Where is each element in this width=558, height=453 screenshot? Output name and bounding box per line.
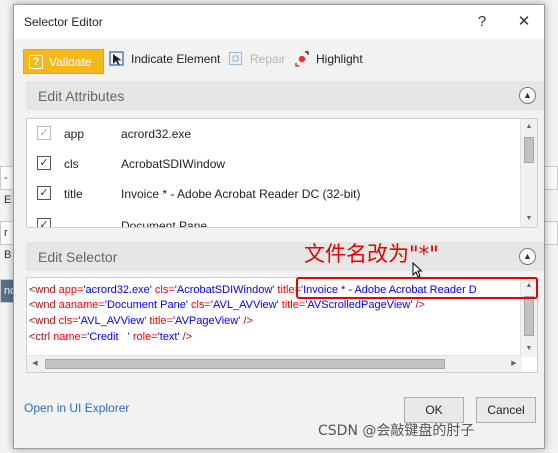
selector-line-2: <wnd aaname='Document Pane' cls='AVL_AVV… [29, 299, 425, 311]
scroll-right-icon[interactable]: ▶ [506, 356, 522, 372]
background-row: - E [0, 166, 14, 206]
repair-icon [228, 51, 243, 66]
scroll-up-icon[interactable]: ▲ [521, 119, 537, 135]
attribute-row-aaname: ✓ Document Pane [27, 211, 517, 228]
checkbox-title[interactable]: ✓ [37, 186, 51, 200]
selector-value: 'AVL_AVView' [210, 299, 279, 311]
selector-tag-end: /> [179, 331, 193, 343]
repair-button[interactable]: Repair [228, 51, 285, 67]
attribute-row-title: ✓ title Invoice * - Adobe Acrobat Reader… [27, 179, 517, 209]
checkbox-aaname[interactable]: ✓ [37, 218, 51, 227]
edit-attributes-header: Edit Attributes ▲ [26, 81, 544, 110]
highlight-button[interactable]: Highlight [294, 51, 363, 67]
attribute-name: app [64, 127, 85, 141]
validate-button[interactable]: ? Validate [23, 49, 104, 74]
selector-value: 'acrord32.exe' [83, 284, 152, 296]
selector-attribute: aaname= [58, 299, 105, 311]
title-bar: Selector Editor ? ✕ [14, 5, 544, 39]
scrollbar-thumb[interactable] [524, 296, 534, 336]
background-row: nd [0, 279, 16, 303]
selector-tag-end: /> [240, 315, 253, 327]
selector-value: 'text' [157, 331, 180, 343]
selector-attribute: title= [278, 299, 306, 311]
attribute-row-app: ✓ app acrord32.exe [27, 119, 517, 149]
checkbox-app[interactable]: ✓ [37, 126, 51, 140]
cancel-button[interactable]: Cancel [476, 397, 536, 423]
selector-tag: <ctrl [29, 331, 54, 343]
selector-attribute: role= [129, 331, 158, 343]
selector-horizontal-scrollbar[interactable]: ◀ ▶ [27, 355, 522, 372]
checkbox-cls[interactable]: ✓ [37, 156, 51, 170]
background-row: r B [0, 221, 14, 261]
selector-editor-dialog: Selector Editor ? ✕ ? Validate Indicate … [13, 4, 545, 449]
open-in-ui-explorer-link[interactable]: Open in UI Explorer [24, 401, 129, 415]
edit-selector-header: Edit Selector ▲ [26, 242, 544, 271]
selector-value: 'AVPageView' [172, 315, 241, 327]
selector-attribute: name= [53, 331, 88, 343]
scroll-down-icon[interactable]: ▼ [521, 341, 537, 357]
selector-tag: <wnd [29, 284, 59, 296]
dialog-title: Selector Editor [24, 15, 103, 29]
selector-line-4: <ctrl name='Credit ' role='text' /> [29, 331, 192, 343]
selector-tag: <wnd [29, 315, 59, 327]
selector-attribute: cls= [187, 299, 211, 311]
selector-value: 'AcrobatSDIWindow' [174, 284, 275, 296]
watermark-text: CSDN @会敲键盘的肘子 [318, 423, 475, 439]
scroll-left-icon[interactable]: ◀ [27, 356, 43, 372]
collapse-up-icon[interactable]: ▲ [519, 248, 536, 265]
selector-attribute: app= [58, 284, 84, 296]
scrollbar-thumb[interactable] [524, 137, 534, 163]
selector-value: 'AVL_AVView' [78, 315, 147, 327]
attributes-list: ✓ app acrord32.exe ✓ cls AcrobatSDIWindo… [26, 118, 538, 228]
highlight-icon [295, 51, 309, 67]
help-button[interactable]: ? [470, 11, 494, 33]
question-icon: ? [29, 54, 43, 69]
toolbar: ? Validate Indicate Element Repair Highl… [14, 39, 544, 79]
attribute-value: Document Pane [121, 219, 208, 228]
attribute-row-cls: ✓ cls AcrobatSDIWindow [27, 149, 517, 179]
selector-value: 'Document Pane' [104, 299, 188, 311]
selector-tag: <wnd [29, 299, 59, 311]
edit-selector-title: Edit Selector [38, 249, 118, 265]
selector-attribute: cls= [58, 315, 79, 327]
highlight-label: Highlight [316, 52, 363, 66]
selector-line-3: <wnd cls='AVL_AVView' title='AVPageView'… [29, 315, 253, 327]
mouse-pointer-icon [412, 262, 422, 278]
indicate-cursor-icon [109, 51, 124, 66]
selector-value: 'AVScrolledPageView' [305, 299, 413, 311]
attribute-name: title [64, 187, 83, 201]
scroll-down-icon[interactable]: ▼ [521, 211, 537, 227]
highlight-annotation-box [296, 277, 538, 299]
close-button[interactable]: ✕ [512, 11, 536, 33]
selector-tag-end: /> [412, 299, 425, 311]
attribute-name: cls [64, 157, 79, 171]
selector-attribute: cls= [151, 284, 175, 296]
indicate-element-label: Indicate Element [131, 52, 221, 66]
selector-value: 'Credit ' [87, 331, 130, 343]
validate-label: Validate [49, 54, 92, 69]
attribute-value: AcrobatSDIWindow [121, 157, 226, 171]
collapse-up-icon[interactable]: ▲ [519, 87, 536, 104]
attributes-scrollbar[interactable]: ▲ ▼ [520, 119, 537, 227]
attribute-value: Invoice * - Adobe Acrobat Reader DC (32-… [121, 187, 361, 201]
attribute-value: acrord32.exe [121, 127, 192, 141]
indicate-element-button[interactable]: Indicate Element [109, 51, 220, 67]
repair-label: Repair [250, 52, 286, 66]
edit-attributes-title: Edit Attributes [38, 88, 125, 104]
scrollbar-thumb[interactable] [45, 359, 445, 369]
selector-attribute: title= [146, 315, 173, 327]
